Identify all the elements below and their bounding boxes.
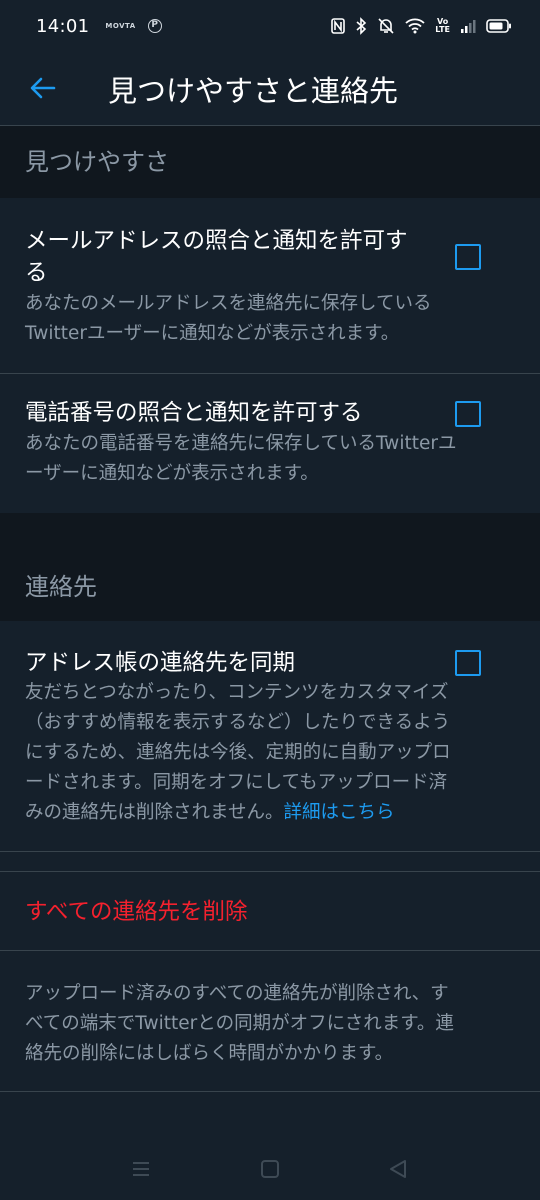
sync-setting-desc-line2: （おすすめ情報を表示するなど）したりできるよう bbox=[25, 712, 451, 733]
phone-setting-desc-line1: あなたの電話番号を連絡先に保存しているTwitterユ bbox=[25, 433, 457, 454]
back-button[interactable] bbox=[22, 67, 64, 109]
settings-screen: 14:01 MOVTA P Vo LTE 見つけやすさと連絡先 見つけやすさ メ… bbox=[0, 0, 540, 1200]
sync-contacts-checkbox[interactable] bbox=[455, 650, 481, 676]
phone-setting-title: 電話番号の照合と通知を許可する bbox=[25, 400, 363, 426]
volte-indicator: Vo LTE bbox=[435, 18, 450, 34]
delete-note-line3: 絡先の削除にはしばらく時間がかかります。 bbox=[25, 1043, 394, 1064]
volte-bottom-text: LTE bbox=[435, 25, 450, 34]
back-nav-button[interactable] bbox=[385, 1156, 411, 1182]
arrow-left-icon bbox=[30, 77, 56, 99]
recents-button[interactable] bbox=[128, 1156, 154, 1182]
divider bbox=[0, 851, 540, 852]
delete-contacts-note: アップロード済みのすべての連絡先が削除され、す べての端末でTwitterとの同… bbox=[25, 979, 515, 1069]
app-bar: 見つけやすさと連絡先 bbox=[0, 52, 540, 126]
home-button[interactable] bbox=[257, 1156, 283, 1182]
email-setting-title-line2: る bbox=[25, 260, 48, 286]
email-matching-setting[interactable]: メールアドレスの照合と通知を許可す る あなたのメールアドレスを連絡先に保存して… bbox=[0, 198, 540, 373]
learn-more-link[interactable]: 詳細はこちら bbox=[283, 802, 394, 823]
phone-setting-desc-line2: ーザーに通知などが表示されます。 bbox=[25, 463, 319, 484]
email-setting-desc-line1: あなたのメールアドレスを連絡先に保存している bbox=[25, 293, 432, 314]
status-bar: 14:01 MOVTA P Vo LTE bbox=[0, 0, 540, 52]
sync-setting-desc-line3: にするため、連絡先は今後、定期的に自動アップロ bbox=[25, 742, 451, 763]
wifi-icon bbox=[405, 18, 425, 34]
back-triangle-icon bbox=[390, 1160, 406, 1178]
mute-bell-icon bbox=[378, 18, 394, 34]
status-notification-icon: P bbox=[147, 19, 162, 33]
email-matching-checkbox[interactable] bbox=[455, 244, 481, 270]
sync-setting-desc-line1: 友だちとつながったり、コンテンツをカスタマイズ bbox=[25, 682, 449, 703]
signal-icon bbox=[461, 20, 476, 33]
delete-note-line2: べての端末でTwitterとの同期がオフにされます。連 bbox=[25, 1013, 454, 1034]
phone-matching-setting[interactable]: 電話番号の照合と通知を許可する あなたの電話番号を連絡先に保存しているTwitt… bbox=[0, 374, 540, 513]
sync-contacts-setting[interactable]: アドレス帳の連絡先を同期 友だちとつながったり、コンテンツをカスタマイズ （おす… bbox=[0, 621, 540, 851]
delete-all-contacts-button[interactable]: すべての連絡先を削除 bbox=[0, 871, 540, 951]
email-setting-desc-line2: Twitterユーザーに通知などが表示されます。 bbox=[25, 323, 400, 344]
status-time: 14:01 bbox=[36, 15, 90, 37]
status-notification-label: MOVTA bbox=[105, 22, 136, 30]
section-header-discoverability: 見つけやすさ bbox=[0, 126, 540, 198]
home-square-icon bbox=[261, 1160, 279, 1178]
page-title: 見つけやすさと連絡先 bbox=[108, 74, 399, 108]
delete-note-line1: アップロード済みのすべての連絡先が削除され、す bbox=[25, 983, 449, 1004]
divider bbox=[0, 1091, 540, 1092]
battery-icon bbox=[486, 19, 511, 33]
system-nav-bar bbox=[0, 1140, 540, 1200]
delete-all-contacts-label: すべての連絡先を削除 bbox=[25, 899, 248, 925]
bluetooth-icon bbox=[356, 17, 367, 35]
section-header-contacts: 連絡先 bbox=[0, 513, 540, 621]
sync-setting-title: アドレス帳の連絡先を同期 bbox=[25, 650, 296, 676]
menu-icon bbox=[133, 1162, 149, 1176]
phone-matching-checkbox[interactable] bbox=[455, 401, 481, 427]
status-icons: Vo LTE bbox=[331, 17, 512, 35]
sync-setting-desc-line5: みの連絡先は削除されません。 bbox=[25, 802, 284, 823]
email-setting-title-line1: メールアドレスの照合と通知を許可す bbox=[25, 228, 408, 254]
sync-setting-desc-line4: ードされます。同期をオフにしてもアップロード済 bbox=[25, 772, 448, 793]
sync-setting-desc-line5-wrap: みの連絡先は削除されません。詳細はこちら bbox=[25, 798, 394, 828]
nfc-icon bbox=[331, 18, 346, 34]
